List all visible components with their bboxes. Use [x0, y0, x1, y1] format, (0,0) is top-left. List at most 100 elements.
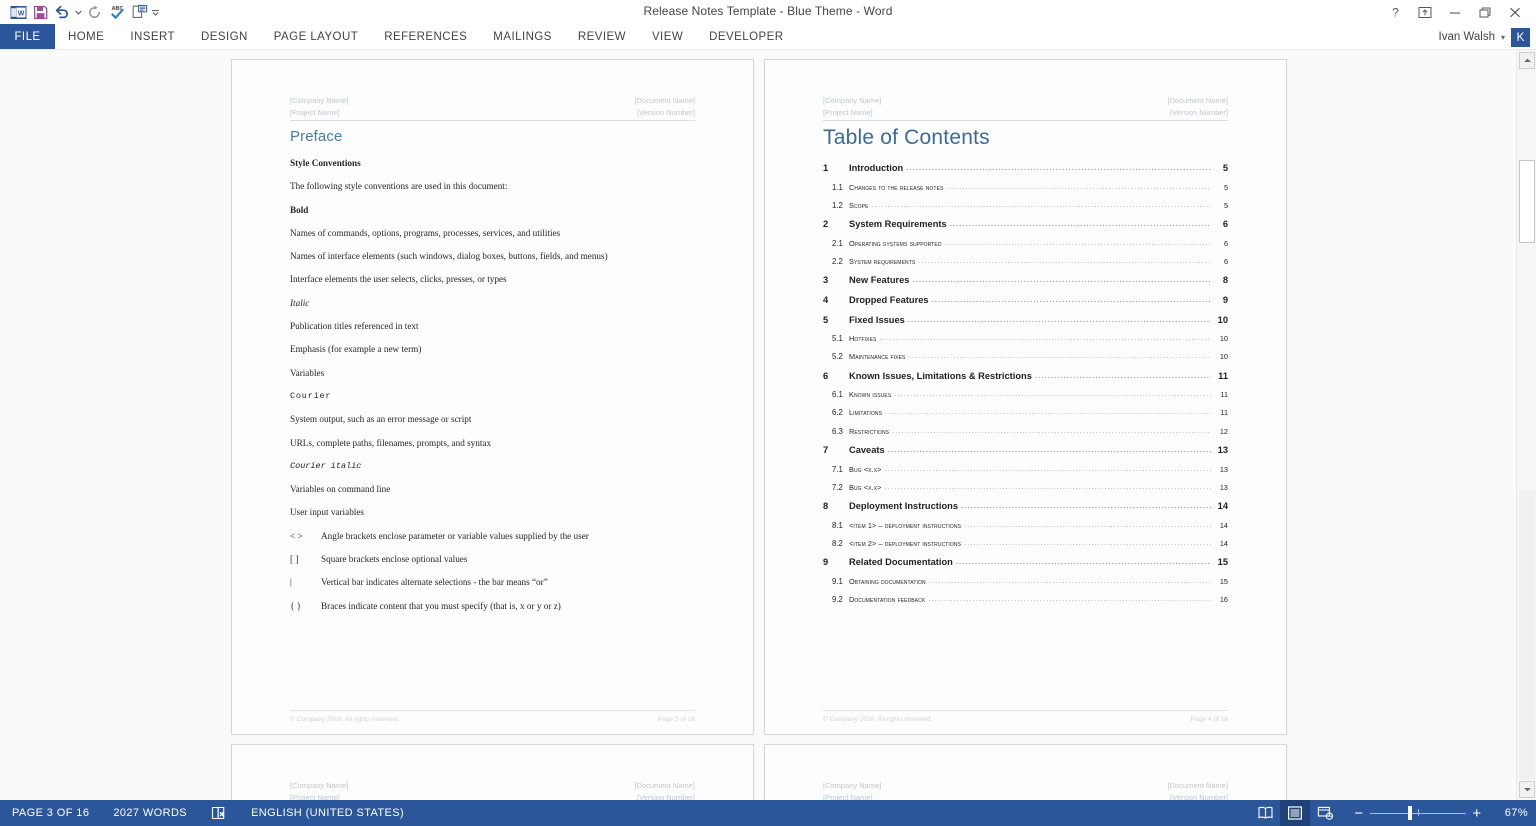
proofing-errors-icon[interactable]: [199, 800, 239, 826]
tab-developer[interactable]: DEVELOPER: [696, 24, 796, 49]
tab-page-layout[interactable]: PAGE LAYOUT: [261, 24, 371, 49]
preface-line: Interface elements the user selects, cli…: [290, 274, 507, 285]
page-indicator[interactable]: PAGE 3 OF 16: [0, 800, 101, 826]
customize-quick-access-toolbar-chevron-down-icon[interactable]: [150, 1, 161, 23]
tab-references[interactable]: REFERENCES: [371, 24, 480, 49]
toc-entry[interactable]: 1.2 Scope................................…: [823, 200, 1228, 219]
toc-entry[interactable]: 9 Related Documentation..................…: [823, 557, 1228, 577]
toc-entry-label: Obtaining Documentation: [849, 576, 926, 586]
zoom-in-button[interactable]: +: [1466, 800, 1488, 826]
toc-entry[interactable]: 6 Known Issues, Limitations & Restriction…: [823, 371, 1228, 391]
header-version-number: [Version Number]: [1170, 792, 1228, 801]
repeat-button[interactable]: [84, 1, 106, 23]
toc-entry-number: 6.3: [832, 426, 843, 436]
print-preview-icon[interactable]: [128, 1, 150, 23]
header-document-name: [Document Name]: [634, 781, 695, 790]
toc-entry[interactable]: 3 New Features...........................…: [823, 275, 1228, 295]
page-header: [Company Name] [Project Name] [Document …: [290, 95, 695, 118]
document-workspace: [Company Name] [Project Name] [Document …: [0, 50, 1536, 800]
header-document-name: [Document Name]: [1167, 781, 1228, 790]
toc-entry[interactable]: 5.2 Maintenance Fixes....................…: [823, 351, 1228, 370]
toc-entry-number: 9.2: [832, 594, 843, 604]
toc-entry[interactable]: 2.1 Operating systems supported..........…: [823, 238, 1228, 257]
header-document-name: [Document Name]: [634, 96, 695, 105]
toc-entry[interactable]: 7 Caveats................................…: [823, 445, 1228, 465]
document-page-4[interactable]: [Company Name] [Project Name] [Document …: [764, 59, 1287, 735]
page-title: Preface: [290, 128, 343, 145]
toc-entry[interactable]: 1.1 Changes to the Release Notes.........…: [823, 182, 1228, 201]
toc-entry[interactable]: 2 System Requirements....................…: [823, 219, 1228, 239]
toc-entry-number: 1: [823, 163, 829, 173]
toc-leader-dots: ........................................…: [884, 463, 1211, 473]
tab-design[interactable]: DESIGN: [188, 24, 261, 49]
document-page-3[interactable]: [Company Name] [Project Name] [Document …: [231, 59, 754, 735]
scroll-up-button[interactable]: [1519, 52, 1535, 69]
toc-entry[interactable]: 9.2 Documentation Feedback...............…: [823, 593, 1228, 613]
toc-entry[interactable]: 7.2 Bug <X.x>............................…: [823, 482, 1228, 501]
document-page-5[interactable]: [Company Name] [Project Name] [Document …: [231, 744, 754, 800]
toc-leader-dots: ........................................…: [961, 500, 1211, 510]
toc-entry[interactable]: 1 Introduction...........................…: [823, 163, 1228, 183]
spelling-check-icon[interactable]: ABC: [106, 1, 128, 23]
toc-entry[interactable]: 7.1 Bug <X.x>............................…: [823, 463, 1228, 483]
tab-file[interactable]: FILE: [0, 24, 55, 49]
tab-mailings[interactable]: MAILINGS: [480, 24, 565, 49]
undo-button[interactable]: [51, 1, 73, 23]
toc-leader-dots: ........................................…: [918, 255, 1211, 265]
toc-entry[interactable]: 6.2 Limitations..........................…: [823, 407, 1228, 426]
tab-review[interactable]: REVIEW: [565, 24, 639, 49]
preface-line: URLs, complete paths, filenames, prompts…: [290, 437, 492, 448]
window-title: Release Notes Template - Blue Theme - Wo…: [643, 4, 893, 18]
minimize-icon[interactable]: [1440, 0, 1470, 24]
toc-entry-page: 14: [1219, 538, 1228, 548]
avatar[interactable]: K: [1511, 27, 1530, 47]
account-area[interactable]: Ivan Walsh ▾ K: [1439, 24, 1530, 50]
help-button[interactable]: ?: [1380, 0, 1410, 24]
word-logo-icon: W: [7, 1, 29, 23]
toc-entry[interactable]: 6.1 Known Issues.........................…: [823, 389, 1228, 408]
toc-entry[interactable]: 9.1 Obtaining Documentation..............…: [823, 576, 1228, 595]
toc-entry[interactable]: 8.2 <Item 2> – Deployment Instructions...…: [823, 538, 1228, 557]
toc-entry[interactable]: 5.1 Hotfixes.............................…: [823, 333, 1228, 352]
tab-home[interactable]: HOME: [55, 24, 117, 49]
vertical-scrollbar[interactable]: [1516, 50, 1536, 800]
toc-leader-dots: ........................................…: [928, 593, 1211, 603]
word-count[interactable]: 2027 WORDS: [101, 800, 199, 826]
window-controls: ?: [1380, 0, 1530, 24]
undo-dropdown-chevron-down-icon[interactable]: [73, 1, 84, 23]
zoom-slider-thumb[interactable]: [1408, 806, 1412, 820]
scroll-down-button[interactable]: [1519, 781, 1535, 798]
web-layout-button[interactable]: [1310, 800, 1340, 826]
tab-view[interactable]: VIEW: [639, 24, 696, 49]
account-chevron-down-icon[interactable]: ▾: [1501, 33, 1505, 42]
ribbon-display-options-icon[interactable]: [1410, 0, 1440, 24]
toc-entry-number: 2.1: [832, 238, 843, 248]
toc-entry[interactable]: 8.1 <Item 1> – Deployment Instructions...…: [823, 520, 1228, 539]
zoom-out-button[interactable]: −: [1348, 800, 1370, 826]
toc-entry-label: New Features: [849, 275, 910, 286]
toc-entry-label: Bug <X.x>: [849, 464, 882, 474]
toc-entry-page: 6: [1223, 256, 1228, 266]
read-mode-button[interactable]: [1250, 800, 1280, 826]
zoom-level[interactable]: 67%: [1498, 807, 1528, 819]
toc-entry-label: Deployment Instructions: [849, 500, 958, 511]
toc-entry[interactable]: 8 Deployment Instructions................…: [823, 501, 1228, 521]
close-icon[interactable]: [1500, 0, 1530, 24]
save-button[interactable]: [29, 1, 51, 23]
toc-entry[interactable]: 4 Dropped Features.......................…: [823, 295, 1228, 315]
preface-line-symbol: [ ]: [290, 554, 299, 565]
zoom-slider[interactable]: [1370, 800, 1466, 826]
restore-icon[interactable]: [1470, 0, 1500, 24]
tab-insert[interactable]: INSERT: [117, 24, 188, 49]
scrollbar-thumb[interactable]: [1519, 160, 1535, 243]
toc-entry[interactable]: 6.3 Restrictions.........................…: [823, 426, 1228, 445]
toc-entry-label: Changes to the Release Notes: [849, 182, 944, 192]
print-layout-button[interactable]: [1280, 800, 1310, 826]
scrollbar-track-lower[interactable]: [1519, 490, 1535, 779]
toc-entry[interactable]: 5 Fixed Issues...........................…: [823, 315, 1228, 335]
language-indicator[interactable]: ENGLISH (UNITED STATES): [239, 800, 416, 826]
document-page-6[interactable]: [Company Name] [Project Name] [Document …: [764, 744, 1287, 800]
toc-entry[interactable]: 2.2 System requirements..................…: [823, 255, 1228, 275]
document-canvas[interactable]: [Company Name] [Project Name] [Document …: [0, 50, 1516, 800]
zoom-control[interactable]: − + 67%: [1348, 800, 1528, 826]
